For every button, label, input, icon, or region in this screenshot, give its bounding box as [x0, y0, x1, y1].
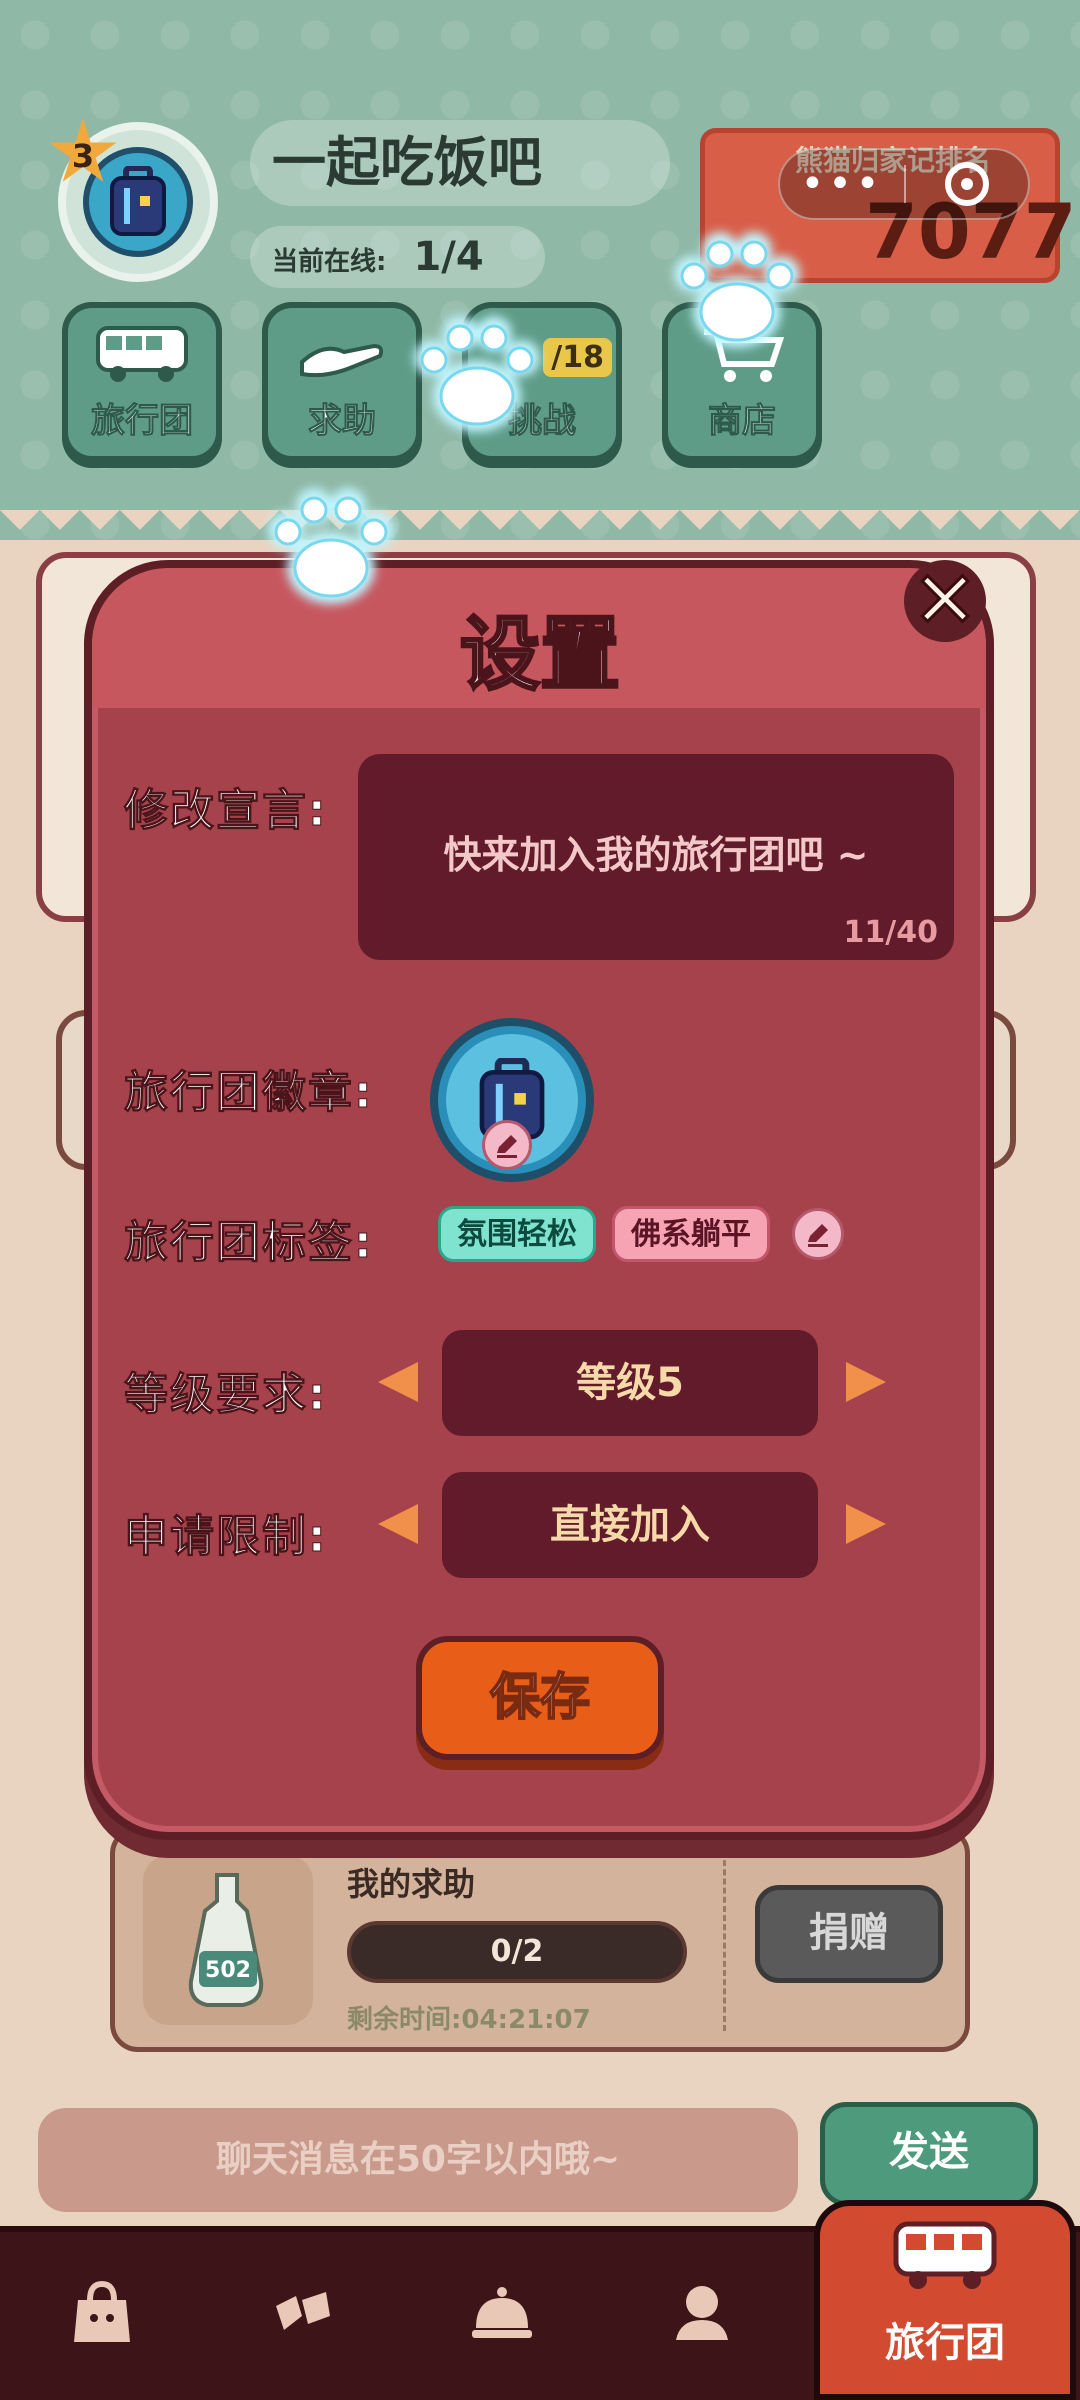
- online-status: 当前在线: 1/4: [250, 226, 545, 288]
- paw-icon: [268, 488, 394, 604]
- close-dialog-button[interactable]: ✕: [904, 560, 986, 642]
- bus-icon: [68, 322, 216, 403]
- bus-icon: [820, 2218, 1070, 2294]
- help-title: 我的求助: [347, 1865, 476, 1903]
- menu-tour-button[interactable]: 旅行团: [62, 302, 222, 462]
- nav-friends-tab[interactable]: [242, 2252, 362, 2372]
- apply-restriction-value: 直接加入: [442, 1472, 818, 1578]
- level-requirement-value: 等级5: [442, 1330, 818, 1436]
- close-icon: ✕: [911, 556, 979, 646]
- battle-count-badge: /18: [543, 338, 612, 377]
- edit-tags-button[interactable]: [792, 1208, 844, 1260]
- online-count: 1/4: [413, 234, 484, 280]
- more-dots-icon[interactable]: •••: [780, 164, 904, 204]
- apply-restriction-label: 申请限制:: [124, 1511, 328, 1563]
- team-name: 一起吃饭吧: [250, 120, 670, 206]
- slogan-text: 快来加入我的旅行团吧 ~: [443, 833, 869, 877]
- nav-tour-label: 旅行团: [885, 2320, 1005, 2366]
- paw-icon: [674, 232, 800, 348]
- tag-chip: 佛系躺平: [612, 1206, 770, 1262]
- paw-icon: [414, 316, 540, 432]
- svg-text:502: 502: [205, 1958, 251, 1983]
- send-button[interactable]: 发送: [820, 2102, 1038, 2206]
- nav-bag-tab[interactable]: [42, 2252, 162, 2372]
- hearts-icon: [276, 2292, 330, 2330]
- tags-label: 旅行团标签:: [124, 1217, 374, 1269]
- help-divider: [723, 1851, 726, 2031]
- suitcase-icon: [110, 166, 166, 236]
- edit-emblem-button[interactable]: [482, 1120, 532, 1170]
- nav-tour-tab-active[interactable]: 旅行团: [814, 2200, 1076, 2400]
- donate-button[interactable]: 捐赠: [755, 1885, 943, 1983]
- glue-bottle-icon: 502: [188, 1873, 264, 2007]
- menu-help-label: 求助: [308, 401, 377, 442]
- menu-tour-label: 旅行团: [91, 401, 194, 442]
- save-button[interactable]: 保存: [416, 1636, 664, 1760]
- slogan-label: 修改宣言:: [124, 785, 328, 837]
- panda-bag-icon: [74, 2280, 130, 2342]
- close-miniprogram-icon[interactable]: [906, 162, 1028, 206]
- menu-shop-label: 商店: [708, 401, 777, 442]
- online-label: 当前在线:: [272, 247, 387, 277]
- pencil-icon: [808, 1224, 828, 1247]
- menu-help-button[interactable]: 求助: [262, 302, 422, 462]
- nav-profile-tab[interactable]: [642, 2252, 762, 2372]
- emblem-label: 旅行团徽章:: [124, 1067, 374, 1119]
- level-requirement-label: 等级要求:: [124, 1369, 328, 1421]
- help-time-left: 剩余时间:04:21:07: [347, 2005, 591, 2035]
- profile-icon: [676, 2286, 728, 2340]
- service-bell-icon: [472, 2287, 532, 2338]
- miniprogram-capsule: •••: [778, 148, 1030, 220]
- scene-divider: [0, 510, 1080, 550]
- chat-input[interactable]: 聊天消息在50字以内哦~: [38, 2108, 798, 2212]
- slogan-char-count: 11/40: [843, 915, 938, 950]
- tag-chip: 氛围轻松: [438, 1206, 596, 1262]
- help-progress-bar: 0/2: [347, 1921, 687, 1983]
- slogan-input[interactable]: 快来加入我的旅行团吧 ~ 11/40: [358, 754, 954, 960]
- nav-service-tab[interactable]: [442, 2252, 562, 2372]
- my-help-card: 502 我的求助 0/2 剩余时间:04:21:07 捐赠: [110, 1826, 970, 2052]
- hand-icon: [268, 322, 416, 403]
- pencil-icon: [497, 1135, 517, 1158]
